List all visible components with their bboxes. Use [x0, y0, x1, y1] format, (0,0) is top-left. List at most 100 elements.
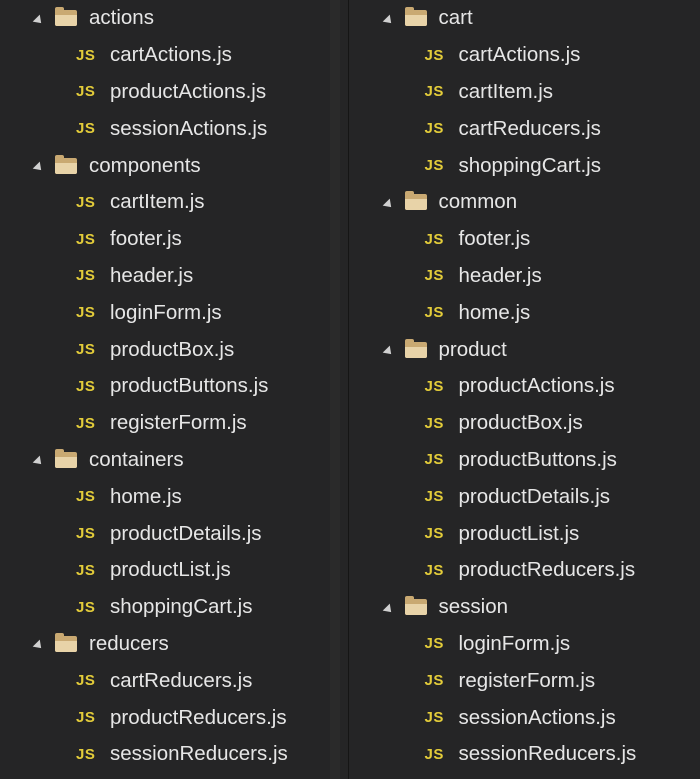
file-label: productReducers.js	[110, 705, 287, 729]
folder-label: common	[438, 190, 518, 214]
chevron-expanded-icon[interactable]	[32, 640, 45, 653]
file-item[interactable]: JS footer.js	[0, 221, 348, 258]
file-label: shoppingCart.js	[110, 595, 253, 619]
file-item[interactable]: JS header.js	[349, 258, 700, 295]
javascript-file-icon: JS	[424, 414, 444, 432]
file-item[interactable]: JS productDetails.js	[349, 478, 700, 515]
folder-components[interactable]: components	[0, 147, 348, 184]
file-item[interactable]: JS cartReducers.js	[349, 110, 700, 147]
file-label: cartItem.js	[110, 190, 205, 214]
file-label: productDetails.js	[110, 521, 262, 545]
folder-common[interactable]: common	[349, 184, 700, 221]
file-label: productList.js	[458, 521, 580, 545]
file-item[interactable]: JS home.js	[349, 294, 700, 331]
javascript-file-icon: JS	[424, 709, 444, 727]
javascript-file-icon: JS	[76, 304, 96, 322]
file-tree-left: actions JS cartActions.js JS productActions.…	[0, 0, 348, 773]
chevron-expanded-icon[interactable]	[32, 161, 45, 174]
folder-label: actions	[89, 6, 154, 30]
file-item[interactable]: JS sessionActions.js	[349, 699, 700, 736]
file-item[interactable]: JS productBox.js	[0, 331, 348, 368]
folder-containers[interactable]: containers	[0, 442, 348, 479]
file-item[interactable]: JS cartActions.js	[0, 37, 348, 74]
file-item[interactable]: JS cartReducers.js	[0, 662, 348, 699]
scrollbar-left[interactable]	[329, 0, 340, 779]
file-item[interactable]: JS loginForm.js	[0, 294, 348, 331]
javascript-file-icon: JS	[424, 745, 444, 763]
explorer-right: cart JS cartActions.js JS cartItem.js JS cartR…	[348, 0, 700, 779]
file-item[interactable]: JS productButtons.js	[0, 368, 348, 405]
folder-open-icon	[404, 7, 427, 27]
file-item[interactable]: JS shoppingCart.js	[0, 589, 348, 626]
folder-open-icon	[404, 191, 427, 211]
chevron-expanded-icon[interactable]	[382, 603, 395, 616]
file-item[interactable]: JS productReducers.js	[0, 699, 348, 736]
javascript-file-icon: JS	[76, 414, 96, 432]
file-item[interactable]: JS registerForm.js	[0, 405, 348, 442]
folder-reducers[interactable]: reducers	[0, 626, 348, 663]
file-item[interactable]: JS productButtons.js	[349, 442, 700, 479]
javascript-file-icon: JS	[76, 709, 96, 727]
folder-open-icon	[404, 338, 427, 358]
folder-open-icon	[55, 632, 77, 652]
folder-actions[interactable]: actions	[0, 0, 348, 37]
file-item[interactable]: JS home.js	[0, 478, 348, 515]
file-label: productDetails.js	[458, 484, 611, 508]
file-item[interactable]: JS productActions.js	[0, 74, 348, 111]
javascript-file-icon: JS	[424, 120, 444, 138]
file-label: loginForm.js	[458, 631, 571, 655]
file-item[interactable]: JS shoppingCart.js	[349, 147, 700, 184]
javascript-file-icon: JS	[424, 672, 444, 690]
chevron-expanded-icon[interactable]	[32, 14, 45, 27]
file-item[interactable]: JS footer.js	[349, 221, 700, 258]
file-item[interactable]: JS sessionReducers.js	[349, 736, 700, 773]
javascript-file-icon: JS	[424, 83, 444, 101]
javascript-file-icon: JS	[76, 377, 96, 395]
folder-cart[interactable]: cart	[349, 0, 700, 37]
file-label: productButtons.js	[458, 447, 617, 471]
chevron-expanded-icon[interactable]	[32, 456, 45, 469]
javascript-file-icon: JS	[424, 157, 444, 175]
javascript-file-icon: JS	[76, 598, 96, 616]
file-label: cartActions.js	[110, 43, 232, 67]
file-label: loginForm.js	[110, 300, 222, 324]
javascript-file-icon: JS	[76, 267, 96, 285]
file-item[interactable]: JS cartItem.js	[349, 74, 700, 111]
file-label: sessionReducers.js	[458, 742, 637, 766]
file-item[interactable]: JS cartActions.js	[349, 37, 700, 74]
chevron-expanded-icon[interactable]	[382, 14, 395, 27]
javascript-file-icon: JS	[76, 193, 96, 211]
file-item[interactable]: JS productReducers.js	[349, 552, 700, 589]
file-item[interactable]: JS cartItem.js	[0, 184, 348, 221]
file-item[interactable]: JS productBox.js	[349, 405, 700, 442]
file-item[interactable]: JS loginForm.js	[349, 626, 700, 663]
file-item[interactable]: JS sessionActions.js	[0, 110, 348, 147]
file-item[interactable]: JS productList.js	[349, 515, 700, 552]
file-label: header.js	[458, 263, 542, 287]
file-label: home.js	[458, 300, 531, 324]
file-label: cartActions.js	[458, 43, 581, 67]
javascript-file-icon: JS	[424, 267, 444, 285]
chevron-expanded-icon[interactable]	[382, 198, 395, 211]
file-item[interactable]: JS productActions.js	[349, 368, 700, 405]
file-item[interactable]: JS productList.js	[0, 552, 348, 589]
javascript-file-icon: JS	[424, 230, 444, 248]
file-label: productBox.js	[458, 411, 583, 435]
file-item[interactable]: JS header.js	[0, 258, 348, 295]
folder-open-icon	[404, 596, 427, 616]
file-label: registerForm.js	[110, 411, 247, 435]
file-label: cartReducers.js	[458, 116, 601, 140]
file-label: productBox.js	[110, 337, 235, 361]
javascript-file-icon: JS	[76, 672, 96, 690]
file-label: sessionActions.js	[110, 116, 268, 140]
javascript-file-icon: JS	[76, 83, 96, 101]
file-label: productActions.js	[110, 79, 267, 103]
file-item[interactable]: JS registerForm.js	[349, 662, 700, 699]
file-item[interactable]: JS sessionReducers.js	[0, 736, 348, 773]
chevron-expanded-icon[interactable]	[382, 345, 395, 358]
folder-product[interactable]: product	[349, 331, 700, 368]
file-item[interactable]: JS productDetails.js	[0, 515, 348, 552]
file-label: productReducers.js	[458, 558, 636, 582]
folder-session[interactable]: session	[349, 589, 700, 626]
javascript-file-icon: JS	[424, 488, 444, 506]
